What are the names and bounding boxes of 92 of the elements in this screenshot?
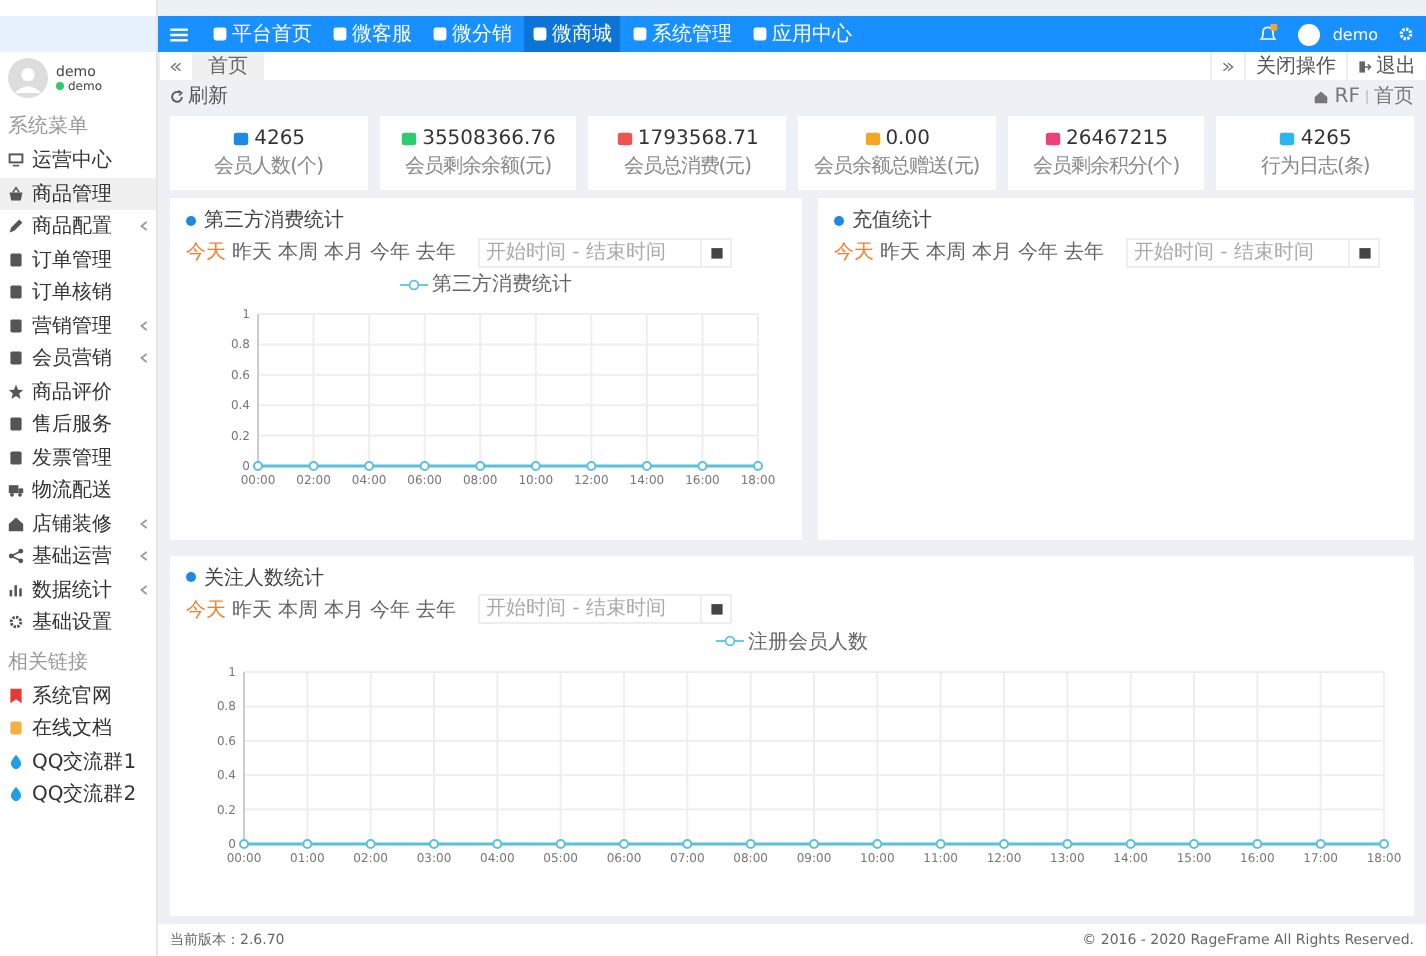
- stat-label: 会员总消费(元): [623, 153, 752, 179]
- nav-tab[interactable]: 微分销: [424, 16, 520, 52]
- sidebar-item[interactable]: 系统官网: [0, 679, 156, 712]
- stat-label: 行为日志(条): [1261, 153, 1370, 179]
- bar-chart-icon: [8, 581, 24, 598]
- gear-icon: [8, 614, 24, 631]
- period-filter[interactable]: 本月: [324, 238, 364, 266]
- period-filter[interactable]: 昨天: [880, 238, 920, 266]
- nav-tab[interactable]: 微商城: [524, 16, 620, 52]
- stat-label: 会员剩余积分(个): [1032, 153, 1180, 179]
- menu-icon[interactable]: [170, 27, 188, 41]
- sidebar-item[interactable]: QQ交流群2: [0, 778, 156, 811]
- double-chevron-left-icon: [170, 61, 182, 71]
- exit-icon: [1358, 59, 1372, 73]
- monitor-icon: [8, 152, 24, 169]
- legend-line-icon: [716, 634, 744, 648]
- sidebar-item[interactable]: 运营中心: [0, 144, 156, 177]
- stat-value: 26467215: [1066, 127, 1168, 149]
- sidebar-item[interactable]: 商品配置: [0, 210, 156, 243]
- sidebar-item[interactable]: 商品评价: [0, 375, 156, 408]
- sidebar-item[interactable]: 店铺装修: [0, 507, 156, 540]
- period-filter[interactable]: 本周: [278, 238, 318, 266]
- avatar-icon: [1298, 23, 1321, 45]
- legend-line-icon: [400, 277, 428, 291]
- refresh-button[interactable]: 刷新: [170, 82, 228, 110]
- user-name[interactable]: demo: [1332, 25, 1378, 43]
- pencil-icon: [8, 218, 24, 235]
- sidebar-item[interactable]: 数据统计: [0, 573, 156, 606]
- stat-label: 会员余额总赠送(元): [813, 153, 980, 179]
- period-filter[interactable]: 本月: [972, 238, 1012, 266]
- nav-tab[interactable]: 应用中心: [744, 16, 860, 52]
- bullet-icon: [834, 215, 844, 225]
- house-icon: [8, 515, 24, 532]
- period-filter[interactable]: 今年: [1018, 238, 1058, 266]
- sidebar-item[interactable]: 在线文档: [0, 712, 156, 745]
- bell-icon[interactable]: [1258, 24, 1279, 44]
- period-filter[interactable]: 去年: [416, 595, 456, 623]
- online-dot-icon: [56, 82, 64, 90]
- stat-value: 4265: [254, 127, 306, 149]
- legend-label: 第三方消费统计: [432, 271, 572, 298]
- bullet-icon: [186, 572, 196, 582]
- panel-title: 第三方消费统计: [204, 207, 344, 234]
- sidebar-item[interactable]: 物流配送: [0, 474, 156, 507]
- double-chevron-right-icon: [1222, 61, 1234, 71]
- sidebar-item[interactable]: 发票管理: [0, 441, 156, 474]
- stat-value: 35508366.76: [422, 127, 556, 149]
- panel-title: 充值统计: [852, 207, 932, 234]
- section-title: 相关链接: [6, 649, 90, 677]
- stat-value: 4265: [1300, 127, 1352, 149]
- sidebar-item[interactable]: 售后服务: [0, 408, 156, 441]
- period-filter[interactable]: 昨天: [232, 595, 272, 623]
- stat-label: 会员剩余余额(元): [404, 153, 552, 179]
- settings-icon[interactable]: [1398, 26, 1414, 42]
- star-icon: [8, 383, 24, 400]
- bullet-icon: [186, 215, 196, 225]
- sidebar-item[interactable]: 订单管理: [0, 243, 156, 276]
- period-filter[interactable]: 本月: [324, 595, 364, 623]
- avatar-icon: [8, 58, 48, 98]
- refresh-icon: [170, 89, 184, 103]
- sidebar-item[interactable]: 基础设置: [0, 606, 156, 639]
- sidebar-item[interactable]: 订单核销: [0, 276, 156, 309]
- period-filter[interactable]: 去年: [416, 238, 456, 266]
- section-title: 系统菜单: [6, 113, 90, 142]
- period-filter[interactable]: 去年: [1064, 238, 1104, 266]
- breadcrumb-link[interactable]: 首页: [1374, 82, 1414, 110]
- stat-label: 会员人数(个): [214, 153, 323, 179]
- legend-label: 注册会员人数: [748, 629, 868, 655]
- stat-value: 0.00: [885, 127, 930, 149]
- breadcrumb-link[interactable]: RF: [1334, 85, 1360, 107]
- period-filter[interactable]: 昨天: [232, 238, 272, 266]
- sidebar-item[interactable]: 基础运营: [0, 540, 156, 573]
- panel-title: 关注人数统计: [204, 565, 324, 591]
- nav-tab[interactable]: 系统管理: [624, 16, 740, 52]
- date-range-field[interactable]: 开始时间 - 结束时间: [478, 594, 732, 624]
- sidebar-item[interactable]: 商品管理: [0, 177, 156, 210]
- nav-tab[interactable]: 微客服: [324, 16, 420, 52]
- date-range-field[interactable]: 开始时间 - 结束时间: [1126, 237, 1380, 267]
- period-filter[interactable]: 今年: [370, 595, 410, 623]
- period-filter[interactable]: 本周: [926, 238, 966, 266]
- basket-icon: [8, 185, 24, 202]
- sidebar-item[interactable]: 会员营销: [0, 342, 156, 375]
- nav-tab[interactable]: 平台首页: [204, 16, 320, 52]
- page-tab[interactable]: 首页: [192, 52, 264, 80]
- period-filter[interactable]: 今年: [370, 238, 410, 266]
- date-range-field[interactable]: 开始时间 - 结束时间: [478, 237, 732, 267]
- sidebar-item[interactable]: QQ交流群1: [0, 745, 156, 778]
- sidebar-item[interactable]: 营销管理: [0, 309, 156, 342]
- flag-icon: [8, 687, 24, 704]
- home-icon: [1314, 89, 1329, 103]
- stat-value: 1793568.71: [637, 127, 759, 149]
- truck-icon: [8, 482, 24, 499]
- period-filter[interactable]: 本周: [278, 595, 318, 623]
